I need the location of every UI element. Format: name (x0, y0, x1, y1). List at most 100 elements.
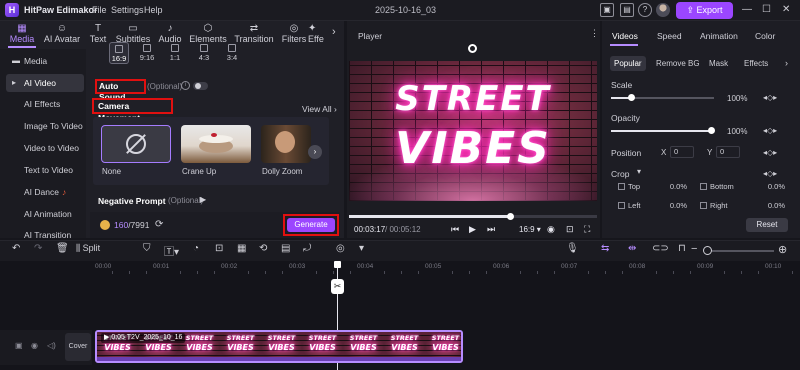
next-frame-icon[interactable]: ⏭ (487, 224, 495, 235)
help-icon[interactable]: ? (638, 3, 652, 17)
prev-frame-icon[interactable]: ⏮ (451, 224, 459, 235)
subtabs-next-icon[interactable]: › (785, 58, 788, 68)
menu-settings[interactable]: Settings (111, 5, 144, 15)
ratio-1-1[interactable]: 1:1 (165, 42, 185, 64)
link-clips-icon[interactable]: ⇆ (601, 243, 609, 254)
rotate-icon[interactable]: ⤾ (303, 243, 311, 254)
menu-file[interactable]: File (92, 5, 107, 15)
keyframe-nav-icon[interactable]: ◂◇▸ (763, 126, 777, 135)
track-visibility-icon[interactable]: ◉ (31, 341, 38, 350)
subtab-effects[interactable]: Effects (740, 56, 772, 71)
crop-top-checkbox[interactable] (618, 183, 625, 190)
ratio-3-4[interactable]: 3:4 (222, 42, 242, 64)
negative-prompt-label[interactable]: Negative Prompt (98, 196, 166, 206)
cover-button[interactable]: Cover (65, 333, 91, 361)
opacity-value[interactable]: 100% (727, 127, 747, 136)
refresh-icon[interactable]: ⟳ (155, 219, 163, 230)
scissors-icon[interactable]: ✂ (331, 279, 344, 294)
mirror-icon[interactable]: ▤ (281, 243, 290, 254)
sidenav-item-ai-transition[interactable]: AI Transition (6, 226, 84, 238)
pos-y-field[interactable]: 0 (716, 146, 740, 158)
freeze-icon[interactable]: ▦ (237, 243, 246, 254)
reset-button[interactable]: Reset (746, 218, 788, 232)
crop-left-checkbox[interactable] (618, 202, 625, 209)
tab-color[interactable]: Color (755, 31, 775, 41)
zoom-out-icon[interactable]: − (691, 243, 697, 255)
crop-tool-icon[interactable]: ⊡ (215, 243, 223, 254)
sidenav-item-text-to-video[interactable]: Text to Video (6, 161, 84, 179)
sidenav-item-ai-effects[interactable]: AI Effects (6, 95, 84, 113)
split-button[interactable]: ⫼ Split (76, 243, 100, 254)
keyframe-nav-icon[interactable]: ◂◇▸ (763, 93, 777, 102)
reverse-icon[interactable]: ⟲ (259, 243, 267, 254)
keyframe-nav-icon[interactable]: ◂◇▸ (763, 169, 777, 178)
play-icon[interactable]: ▶ (469, 224, 476, 235)
ripple-icon[interactable]: ⇹ (628, 243, 636, 254)
tab-videos[interactable]: Videos (612, 31, 638, 41)
tab-media[interactable]: ▦ Media (2, 23, 42, 44)
zoom-slider-track[interactable] (712, 250, 774, 252)
scale-value[interactable]: 100% (727, 94, 747, 103)
tab-transition[interactable]: ⇄ Transition (234, 23, 274, 44)
more-tools-icon[interactable]: ▾ (359, 243, 364, 254)
snap-icon[interactable]: ⊂⊃ (652, 243, 669, 254)
microphone-icon[interactable]: 🎙 (566, 243, 579, 254)
tab-elements[interactable]: ⬡ Elements (188, 23, 228, 44)
zoom-in-icon[interactable]: ⊕ (778, 243, 787, 256)
ai-tool-icon[interactable]: ◎ (336, 243, 345, 254)
crop-left-field[interactable]: Left 0.0% (615, 201, 687, 213)
redo-icon[interactable]: ↷ (34, 243, 42, 254)
ratio-4-3[interactable]: 4:3 (194, 42, 214, 64)
menu-help[interactable]: Help (144, 5, 163, 15)
scale-slider-knob[interactable] (628, 94, 635, 101)
tab-effects[interactable]: ✦ Effe (308, 23, 334, 44)
tabs-next-icon[interactable]: › (332, 26, 336, 38)
ratio-16-9[interactable]: 16:9 (109, 42, 129, 64)
sidenav-item-video-to-video[interactable]: Video to Video (6, 139, 84, 157)
ratio-9-16[interactable]: 9:16 (137, 42, 157, 64)
subtab-remove-bg[interactable]: Remove BG (652, 56, 704, 71)
avatar[interactable] (656, 3, 670, 17)
crop-bottom-checkbox[interactable] (700, 183, 707, 190)
playback-progress-knob[interactable] (507, 213, 514, 220)
crop-top-field[interactable]: Top 0.0% (615, 182, 687, 194)
ratio-select[interactable]: 16:9 ▾ (519, 225, 541, 234)
sidenav-item-ai-dance[interactable]: AI Dance ♪ (6, 183, 84, 201)
tab-subtitles[interactable]: ▭ Subtitles (113, 23, 153, 44)
camera-option-dolly-zoom[interactable] (261, 125, 311, 163)
crop-right-field[interactable]: Right 0.0% (697, 201, 785, 213)
crop-bottom-field[interactable]: Bottom 0.0% (697, 182, 785, 194)
camera-option-crane-up[interactable] (181, 125, 251, 163)
marker-icon[interactable]: ⛉ (143, 243, 151, 254)
tab-animation[interactable]: Animation (700, 31, 738, 41)
fullscreen-icon[interactable]: ⛶ (584, 224, 590, 235)
expand-arrow-icon[interactable]: ▶ (200, 195, 206, 204)
info-icon[interactable]: i (181, 81, 190, 90)
save-icon[interactable]: ▣ (600, 3, 614, 17)
snapshot-icon[interactable]: ◉ (547, 224, 555, 235)
sidenav-item-ai-video[interactable]: ▸ AI Video (6, 74, 84, 92)
playhead-handle[interactable] (334, 261, 341, 268)
maximize-icon[interactable]: ☐ (762, 4, 771, 15)
pos-x-field[interactable]: 0 (670, 146, 694, 158)
generate-button[interactable]: Generate (287, 218, 335, 232)
subtab-popular[interactable]: Popular (610, 56, 646, 71)
subtab-mask[interactable]: Mask (705, 56, 732, 71)
text-tool-icon[interactable]: 🅃▾ (164, 243, 179, 258)
view-all-link[interactable]: View All › (302, 104, 337, 114)
track-mute-icon[interactable]: ◁) (47, 341, 56, 350)
auto-sound-toggle[interactable] (193, 82, 208, 90)
export-button[interactable]: ⇪ Export (676, 2, 733, 19)
video-preview[interactable]: STREET VIBES (349, 61, 597, 201)
opacity-slider-knob[interactable] (708, 127, 715, 134)
tab-text[interactable]: T Text (78, 23, 118, 44)
track-lock-icon[interactable]: ▣ (15, 341, 23, 350)
more-options-icon[interactable]: ⋮ (590, 28, 599, 39)
sidenav-item-image-to-video[interactable]: Image To Video (6, 117, 84, 135)
crop-collapse-icon[interactable]: ▾ (637, 167, 641, 176)
calendar-icon[interactable]: ▤ (620, 3, 634, 17)
crop-right-checkbox[interactable] (700, 202, 707, 209)
tab-audio[interactable]: ♪ Audio (150, 23, 190, 44)
tab-ai-avatar[interactable]: ☺ AI Avatar (42, 23, 82, 44)
sidenav-item-media[interactable]: ▬ Media (6, 52, 84, 70)
